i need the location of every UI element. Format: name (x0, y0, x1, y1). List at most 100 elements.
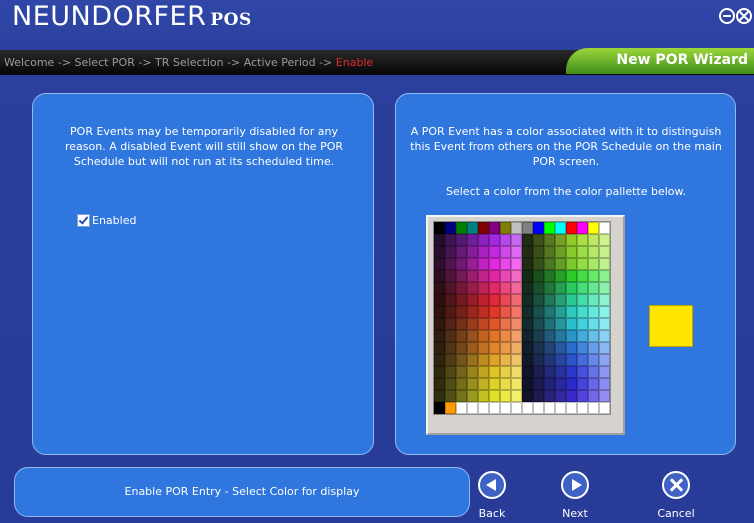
palette-color-cell[interactable] (445, 282, 456, 294)
palette-color-cell[interactable] (434, 270, 445, 282)
palette-color-cell[interactable] (588, 282, 599, 294)
palette-color-cell[interactable] (588, 294, 599, 306)
palette-color-cell[interactable] (500, 222, 511, 234)
palette-color-cell[interactable] (588, 222, 599, 234)
palette-color-cell[interactable] (500, 306, 511, 318)
palette-color-cell[interactable] (522, 354, 533, 366)
palette-color-cell[interactable] (467, 390, 478, 402)
palette-color-cell[interactable] (434, 354, 445, 366)
palette-color-cell[interactable] (533, 318, 544, 330)
palette-color-cell[interactable] (434, 246, 445, 258)
palette-color-cell[interactable] (599, 366, 610, 378)
palette-color-cell[interactable] (544, 234, 555, 246)
palette-color-cell[interactable] (566, 234, 577, 246)
palette-color-cell[interactable] (577, 318, 588, 330)
palette-color-cell[interactable] (577, 330, 588, 342)
color-palette-grid[interactable] (433, 221, 611, 415)
palette-color-cell[interactable] (522, 306, 533, 318)
palette-color-cell[interactable] (445, 354, 456, 366)
palette-color-cell[interactable] (456, 378, 467, 390)
palette-color-cell[interactable] (478, 270, 489, 282)
palette-color-cell[interactable] (489, 378, 500, 390)
palette-color-cell[interactable] (577, 294, 588, 306)
palette-color-cell[interactable] (599, 282, 610, 294)
palette-color-cell[interactable] (522, 390, 533, 402)
palette-color-cell[interactable] (456, 234, 467, 246)
palette-color-cell[interactable] (599, 246, 610, 258)
palette-color-cell[interactable] (456, 246, 467, 258)
palette-color-cell[interactable] (456, 258, 467, 270)
palette-color-cell[interactable] (511, 222, 522, 234)
palette-color-cell[interactable] (445, 306, 456, 318)
palette-color-cell[interactable] (500, 282, 511, 294)
palette-color-cell[interactable] (599, 342, 610, 354)
palette-color-cell[interactable] (500, 234, 511, 246)
palette-color-cell[interactable] (599, 354, 610, 366)
palette-color-cell[interactable] (544, 330, 555, 342)
palette-color-cell[interactable] (434, 282, 445, 294)
palette-color-cell[interactable] (456, 282, 467, 294)
palette-color-cell[interactable] (533, 258, 544, 270)
palette-color-cell[interactable] (445, 366, 456, 378)
palette-color-cell[interactable] (544, 270, 555, 282)
palette-color-cell[interactable] (555, 306, 566, 318)
palette-color-cell[interactable] (456, 342, 467, 354)
palette-color-cell[interactable] (599, 330, 610, 342)
palette-color-cell[interactable] (500, 390, 511, 402)
palette-color-cell[interactable] (467, 222, 478, 234)
palette-color-cell[interactable] (489, 222, 500, 234)
palette-color-cell[interactable] (445, 222, 456, 234)
palette-color-cell[interactable] (555, 234, 566, 246)
palette-color-cell[interactable] (544, 354, 555, 366)
palette-color-cell[interactable] (566, 306, 577, 318)
palette-color-cell[interactable] (555, 294, 566, 306)
palette-color-cell[interactable] (533, 306, 544, 318)
palette-color-cell[interactable] (555, 366, 566, 378)
palette-color-cell[interactable] (588, 354, 599, 366)
palette-color-cell[interactable] (478, 366, 489, 378)
palette-color-cell[interactable] (533, 222, 544, 234)
palette-color-cell[interactable] (588, 306, 599, 318)
palette-color-cell[interactable] (489, 258, 500, 270)
palette-color-cell[interactable] (489, 306, 500, 318)
palette-color-cell[interactable] (555, 318, 566, 330)
palette-color-cell[interactable] (456, 366, 467, 378)
palette-color-cell[interactable] (511, 246, 522, 258)
palette-color-cell[interactable] (577, 258, 588, 270)
palette-color-cell[interactable] (445, 258, 456, 270)
palette-color-cell[interactable] (467, 294, 478, 306)
palette-color-cell[interactable] (566, 318, 577, 330)
palette-color-cell[interactable] (544, 258, 555, 270)
palette-color-cell[interactable] (544, 222, 555, 234)
palette-color-cell[interactable] (500, 270, 511, 282)
palette-color-cell[interactable] (522, 258, 533, 270)
palette-color-cell[interactable] (566, 342, 577, 354)
palette-color-cell[interactable] (467, 246, 478, 258)
palette-color-cell[interactable] (445, 246, 456, 258)
palette-color-cell[interactable] (500, 378, 511, 390)
palette-color-cell[interactable] (511, 366, 522, 378)
palette-color-cell[interactable] (489, 342, 500, 354)
palette-color-cell[interactable] (533, 378, 544, 390)
palette-color-cell[interactable] (478, 258, 489, 270)
palette-color-cell[interactable] (544, 318, 555, 330)
palette-color-cell[interactable] (434, 330, 445, 342)
next-arrow-icon[interactable] (561, 471, 589, 499)
palette-color-cell[interactable] (522, 294, 533, 306)
palette-color-cell[interactable] (533, 366, 544, 378)
palette-color-cell[interactable] (566, 366, 577, 378)
palette-color-cell[interactable] (555, 246, 566, 258)
palette-color-cell[interactable] (511, 294, 522, 306)
palette-color-cell[interactable] (533, 270, 544, 282)
palette-color-cell[interactable] (577, 342, 588, 354)
palette-color-cell[interactable] (445, 342, 456, 354)
palette-color-cell[interactable] (478, 330, 489, 342)
palette-color-cell[interactable] (522, 282, 533, 294)
palette-color-cell[interactable] (456, 402, 467, 414)
palette-color-cell[interactable] (489, 330, 500, 342)
palette-color-cell[interactable] (434, 402, 445, 414)
palette-color-cell[interactable] (599, 258, 610, 270)
next-button[interactable]: Next (555, 471, 595, 520)
palette-color-cell[interactable] (511, 330, 522, 342)
palette-color-cell[interactable] (478, 342, 489, 354)
